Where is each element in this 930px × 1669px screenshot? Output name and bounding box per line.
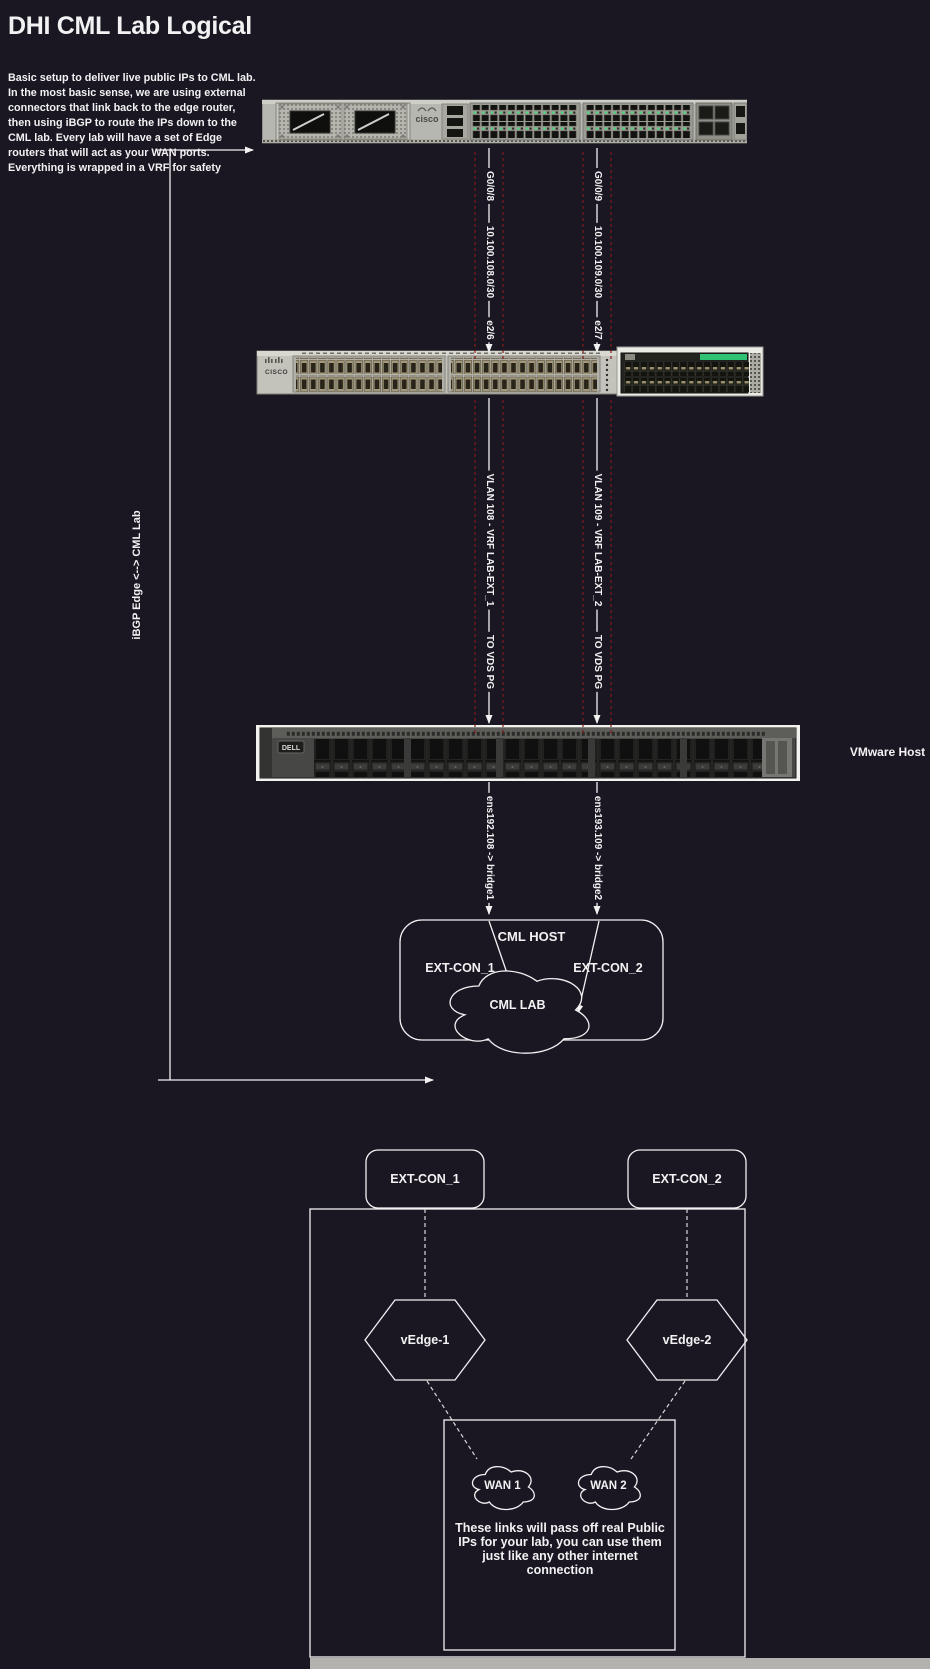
ext-con-1-label: EXT-CON_1: [366, 1172, 484, 1186]
edge-label-bridge2: ens193.109 -> bridge2: [590, 793, 604, 903]
wan-2-label: WAN 2: [574, 1480, 643, 1492]
cml-host-ext-con-1-label: EXT-CON_1: [405, 961, 515, 975]
diagram-wires: [0, 0, 930, 1669]
edge-label-vlan-109: VLAN 109 - VRF LAB-EXT_2: [590, 471, 604, 610]
edge-label-vlan-108: VLAN 108 - VRF LAB-EXT_1: [482, 471, 496, 610]
edge-label-subnet-108: 10.100.108.0/30: [482, 223, 496, 301]
edge-label-g0-0-8: G0/0/8: [482, 168, 496, 204]
edge-label-to-vds-pg-1: TO VDS PG: [482, 632, 496, 692]
edge-label-e2-7: e2/7: [590, 317, 604, 342]
vmware-host-label: VMware Host: [830, 745, 930, 759]
edge-label-g0-0-9: G0/0/9: [590, 168, 604, 204]
vedge-1-label: vEdge-1: [365, 1333, 485, 1347]
vedge-2-label: vEdge-2: [627, 1333, 747, 1347]
lab-container-box: [310, 1209, 745, 1657]
diagram-canvas: DHI CML Lab Logical Basic setup to deliv…: [0, 0, 930, 1669]
cml-lab-cloud: [450, 971, 589, 1053]
edge-label-to-vds-pg-2: TO VDS PG: [590, 632, 604, 692]
cml-lab-label: CML LAB: [440, 998, 595, 1012]
edge-label-e2-6: e2/6: [482, 317, 496, 342]
ibgp-edge-label: iBGP Edge <--> CML Lab: [131, 510, 143, 639]
public-ip-note: These links will pass off real Public IP…: [448, 1521, 672, 1577]
ext-con-2-label: EXT-CON_2: [628, 1172, 746, 1186]
ibgp-elbow-connector: [158, 150, 433, 1080]
cml-host-ext-con-2-label: EXT-CON_2: [553, 961, 663, 975]
edge-label-subnet-109: 10.100.109.0/30: [590, 223, 604, 301]
edge-label-bridge1: ens192.108 -> bridge1: [482, 793, 496, 903]
cml-host-label: CML HOST: [400, 929, 663, 944]
wan-1-label: WAN 1: [468, 1480, 537, 1492]
